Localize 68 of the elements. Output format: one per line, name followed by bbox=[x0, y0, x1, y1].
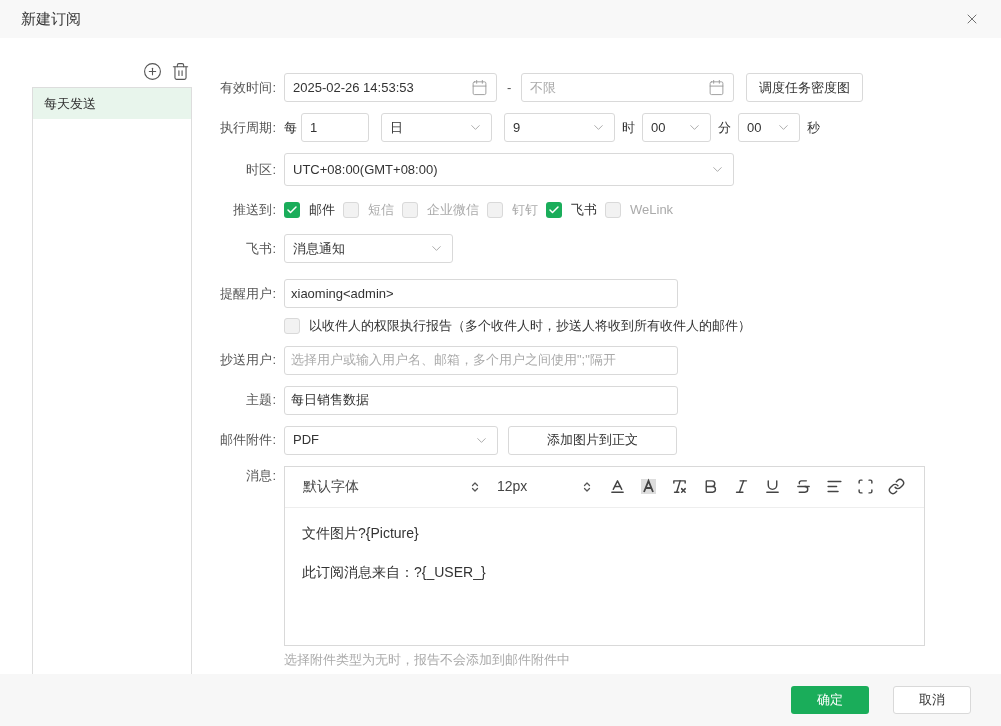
checkbox[interactable] bbox=[284, 202, 300, 218]
select-field[interactable]: 00 bbox=[642, 113, 711, 142]
message-line: 文件图片?{Picture} bbox=[302, 523, 420, 543]
align-icon[interactable] bbox=[826, 478, 843, 495]
clear-format-icon[interactable] bbox=[671, 478, 688, 495]
select-field[interactable]: 9 bbox=[504, 113, 615, 142]
checkbox[interactable] bbox=[487, 202, 503, 218]
strikethrough-icon[interactable] bbox=[795, 478, 812, 495]
trash-icon[interactable] bbox=[171, 62, 190, 81]
field-label: 推送到: bbox=[232, 201, 277, 220]
unit-label: 秒 bbox=[807, 118, 820, 137]
checkbox-label: 钉钉 bbox=[512, 201, 538, 220]
subject-field[interactable]: 每日销售数据 bbox=[284, 385, 678, 415]
checkbox-label: 以收件人的权限执行报告（多个收件人时，抄送人将收到所有收件人的邮件） bbox=[309, 317, 751, 335]
underline-icon[interactable] bbox=[764, 478, 781, 495]
field-label: 消息: bbox=[245, 466, 277, 485]
unit-label: 分 bbox=[718, 118, 731, 137]
checkbox[interactable] bbox=[284, 317, 300, 334]
calendar-icon bbox=[471, 79, 488, 96]
range-separator: - bbox=[507, 78, 512, 97]
field-label: 时区: bbox=[245, 160, 277, 179]
field-label: 抄送用户: bbox=[219, 351, 277, 370]
field-label: 执行周期: bbox=[219, 118, 277, 137]
highlight-icon[interactable] bbox=[640, 478, 657, 495]
checkbox[interactable] bbox=[546, 202, 562, 218]
select-field[interactable]: PDF bbox=[284, 425, 498, 455]
checkbox-label: WeLink bbox=[630, 201, 674, 220]
checkbox-label: 短信 bbox=[368, 201, 394, 220]
calendar-icon bbox=[708, 79, 726, 96]
size-select[interactable]: 12px bbox=[497, 476, 593, 497]
density-chart-button[interactable]: 调度任务密度图 bbox=[746, 73, 864, 102]
field-label: 邮件附件: bbox=[219, 431, 277, 450]
select-field[interactable]: 日 bbox=[381, 113, 492, 142]
select-field[interactable]: UTC+08:00(GMT+08:00) bbox=[284, 153, 734, 186]
select-field[interactable]: 消息通知 bbox=[284, 234, 453, 263]
checkbox-label: 企业微信 bbox=[427, 201, 479, 220]
checkbox-label: 飞书 bbox=[571, 201, 597, 220]
rich-text-editor[interactable]: 默认字体 12px 文件图片?{Picture} 此订阅消息来自：?{_USER_} bbox=[284, 465, 925, 646]
updown-icon bbox=[581, 480, 593, 493]
unit-label: 时 bbox=[622, 118, 635, 137]
dialog-title: 新建订阅 bbox=[21, 8, 81, 29]
checkbox[interactable] bbox=[402, 202, 418, 218]
start-date-field[interactable]: 2025-02-26 14:53:53 bbox=[284, 73, 497, 102]
check-icon bbox=[548, 204, 560, 216]
text-color-icon[interactable] bbox=[609, 478, 626, 495]
remind-users-field[interactable]: xiaoming<admin> bbox=[284, 279, 678, 308]
field-label: 提醒用户: bbox=[219, 284, 277, 303]
add-icon[interactable] bbox=[143, 62, 162, 81]
checkbox[interactable] bbox=[343, 202, 359, 218]
link-icon[interactable] bbox=[888, 478, 905, 495]
checkbox[interactable] bbox=[605, 202, 621, 218]
field-label: 有效时间: bbox=[219, 78, 277, 97]
fullscreen-icon[interactable] bbox=[857, 478, 874, 495]
italic-icon[interactable] bbox=[733, 478, 750, 495]
cancel-button[interactable]: 取消 bbox=[893, 686, 971, 714]
message-line: 此订阅消息来自：?{_USER_} bbox=[302, 562, 487, 582]
check-icon bbox=[286, 204, 298, 216]
field-label: 飞书: bbox=[245, 239, 277, 258]
font-select[interactable]: 默认字体 bbox=[303, 476, 481, 497]
list-item[interactable]: 每天发送 bbox=[33, 88, 191, 119]
checkbox-label: 邮件 bbox=[309, 201, 335, 220]
updown-icon bbox=[469, 480, 481, 493]
every-label: 每 bbox=[284, 118, 297, 137]
select-field[interactable]: 00 bbox=[738, 113, 800, 142]
count-field[interactable]: 1 bbox=[301, 113, 369, 142]
add-image-button[interactable]: 添加图片到正文 bbox=[508, 425, 677, 455]
field-label: 主题: bbox=[245, 391, 277, 410]
hint-text: 选择附件类型为无时，报告不会添加到邮件附件中 bbox=[284, 650, 571, 669]
